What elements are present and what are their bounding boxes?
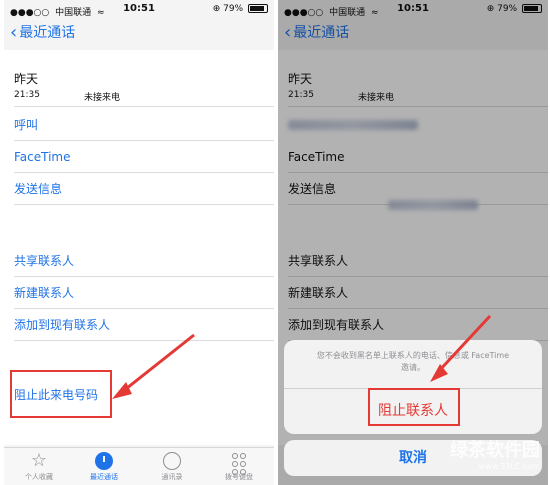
watermark: 绿茶软件园 www.33LC.com	[450, 436, 540, 471]
annotation-arrow	[112, 333, 195, 399]
phone-screen-left: ●●●○○ 中国联通 ≈ 10:51 ⊕ 79% ‹ 最近通话 昨天 21:35 …	[4, 0, 274, 485]
watermark-url: www.33LC.com	[478, 462, 540, 471]
annotation-arrow	[430, 314, 492, 382]
phone-screen-right: ●●●○○ 中国联通 ≈ 10:51 ⊕ 79% ‹ 最近通话 昨天 21:35 …	[278, 0, 548, 485]
watermark-title: 绿茶软件园	[450, 440, 540, 461]
